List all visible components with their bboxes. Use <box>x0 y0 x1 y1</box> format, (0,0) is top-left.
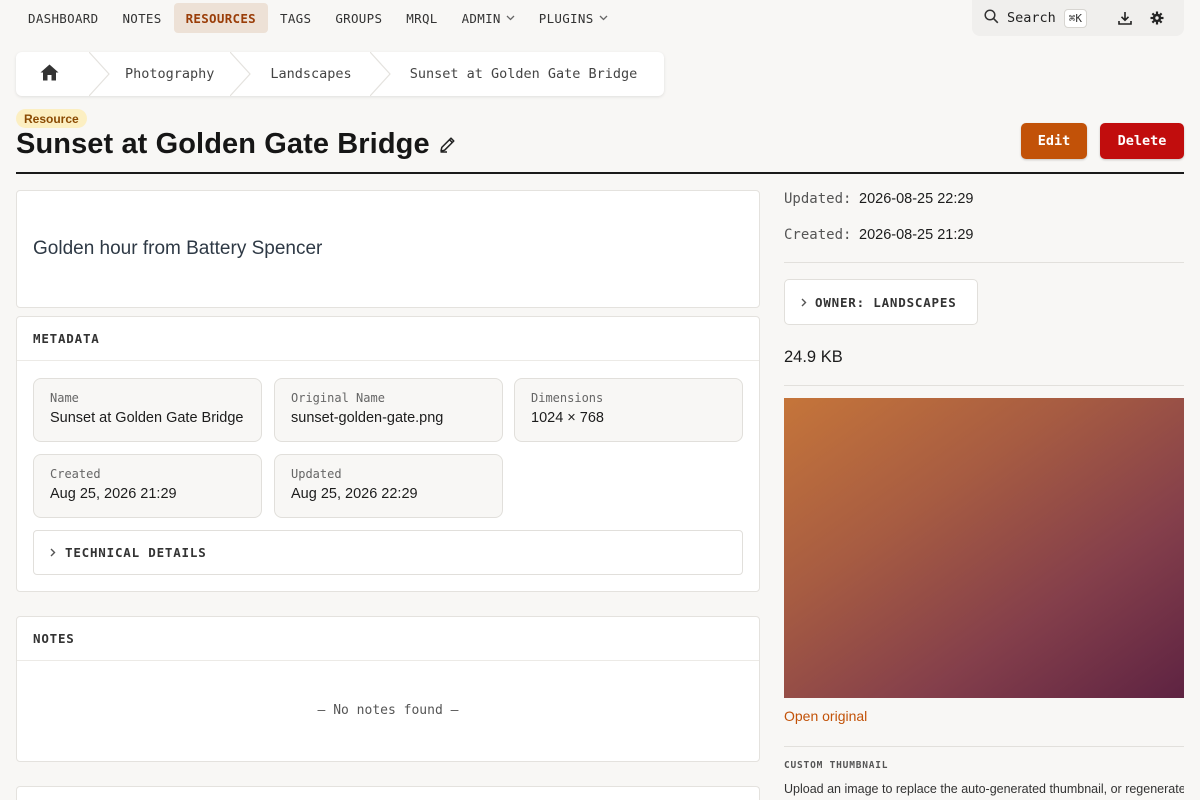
nav-label: RESOURCES <box>185 10 257 26</box>
pencil-icon[interactable] <box>438 135 457 154</box>
nav-label: PLUGINS <box>538 10 594 26</box>
nav-plugins[interactable]: PLUGINS <box>527 3 620 33</box>
custom-thumbnail-label: CUSTOM THUMBNAIL <box>784 760 889 771</box>
breadcrumb-label: Sunset at Golden Gate Bridge <box>409 66 638 82</box>
image-preview[interactable] <box>784 398 1184 698</box>
metadata-value: Aug 25, 2026 21:29 <box>50 486 177 502</box>
created-row: Created: 2026-08-25 21:29 <box>784 227 974 243</box>
home-icon <box>40 64 59 85</box>
breadcrumb-separator <box>369 52 392 96</box>
divider <box>784 262 1184 263</box>
metadata-card: METADATA Name Sunset at Golden Gate Brid… <box>16 316 760 592</box>
nav-label: MRQL <box>406 10 438 26</box>
metadata-label: Original Name <box>291 391 385 405</box>
metadata-field-name: Name Sunset at Golden Gate Bridge <box>33 378 262 442</box>
page-title: Sunset at Golden Gate Bridge <box>16 128 457 161</box>
breadcrumb-separator <box>230 52 252 96</box>
edit-button[interactable]: Edit <box>1021 123 1087 159</box>
nav-label: DASHBOARD <box>28 10 99 26</box>
page-title-text: Sunset at Golden Gate Bridge <box>16 128 430 160</box>
nav-label: TAGS <box>280 10 312 26</box>
updated-label: Updated: <box>784 191 852 207</box>
notes-heading: NOTES <box>17 617 759 661</box>
resource-type-badge: Resource <box>16 109 87 128</box>
nav-notes[interactable]: NOTES <box>110 3 173 33</box>
technical-details-toggle[interactable]: TECHNICAL DETAILS <box>33 530 743 575</box>
breadcrumb-label: Photography <box>125 66 215 82</box>
nav-label: ADMIN <box>461 10 501 26</box>
chevron-right-icon <box>801 295 815 310</box>
metadata-field-dimensions: Dimensions 1024 × 768 <box>514 378 743 442</box>
nav-label: GROUPS <box>335 10 383 26</box>
breadcrumb-item-photography[interactable]: Photography <box>111 52 230 96</box>
updated-value: 2026-08-25 22:29 <box>859 191 974 207</box>
description-text: Golden hour from Battery Spencer <box>33 238 323 259</box>
breadcrumb-item-current: Sunset at Golden Gate Bridge <box>392 52 654 96</box>
search-shortcut: ⌘K <box>1063 8 1088 28</box>
nav-mrql[interactable]: MRQL <box>394 3 449 33</box>
file-size: 24.9 KB <box>784 348 843 366</box>
metadata-label: Updated <box>291 467 342 481</box>
download-icon[interactable] <box>1111 4 1139 32</box>
nav-resources[interactable]: RESOURCES <box>173 3 269 33</box>
search-button[interactable]: Search ⌘K <box>980 3 1091 33</box>
chevron-down-icon <box>599 15 608 21</box>
top-navigation: DASHBOARD NOTES RESOURCES TAGS GROUPS MR… <box>16 0 1184 36</box>
created-value: 2026-08-25 21:29 <box>859 227 974 243</box>
notes-empty-state: — No notes found — <box>317 703 459 718</box>
owner-button[interactable]: OWNER: LANDSCAPES <box>784 279 978 325</box>
metadata-field-original-name: Original Name sunset-golden-gate.png <box>274 378 503 442</box>
nav-label: NOTES <box>122 10 162 26</box>
custom-thumbnail-description: Upload an image to replace the auto-gene… <box>784 782 1184 796</box>
description-card: Golden hour from Battery Spencer <box>16 190 760 308</box>
next-section-card <box>16 786 760 800</box>
breadcrumb: Photography Landscapes Sunset at Golden … <box>16 52 664 96</box>
metadata-value: sunset-golden-gate.png <box>291 410 444 426</box>
delete-button[interactable]: Delete <box>1100 123 1184 159</box>
breadcrumb-item-landscapes[interactable]: Landscapes <box>252 52 369 96</box>
metadata-heading: METADATA <box>17 317 759 361</box>
breadcrumb-home[interactable] <box>16 52 89 96</box>
metadata-field-updated: Updated Aug 25, 2026 22:29 <box>274 454 503 518</box>
metadata-field-created: Created Aug 25, 2026 21:29 <box>33 454 262 518</box>
chevron-right-icon <box>50 545 65 560</box>
notes-card: NOTES — No notes found — <box>16 616 760 762</box>
nav-groups[interactable]: GROUPS <box>323 3 394 33</box>
metadata-label: Dimensions <box>531 391 604 405</box>
nav-toolbar: Search ⌘K <box>972 0 1184 36</box>
nav-tags[interactable]: TAGS <box>268 3 323 33</box>
technical-details-label: TECHNICAL DETAILS <box>65 545 207 560</box>
metadata-value: Aug 25, 2026 22:29 <box>291 486 418 502</box>
metadata-value: Sunset at Golden Gate Bridge <box>50 410 244 426</box>
divider <box>784 746 1184 747</box>
title-divider <box>16 172 1184 174</box>
owner-label: OWNER: LANDSCAPES <box>815 294 957 310</box>
nav-admin[interactable]: ADMIN <box>450 3 527 33</box>
divider <box>784 385 1184 386</box>
gear-icon[interactable] <box>1143 4 1171 32</box>
metadata-label: Name <box>50 391 79 405</box>
open-original-link[interactable]: Open original <box>784 708 867 724</box>
search-icon <box>984 8 1007 28</box>
nav-dashboard[interactable]: DASHBOARD <box>16 3 110 33</box>
breadcrumb-label: Landscapes <box>270 66 352 82</box>
metadata-value: 1024 × 768 <box>531 410 604 426</box>
chevron-down-icon <box>506 15 515 21</box>
updated-row: Updated: 2026-08-25 22:29 <box>784 191 974 207</box>
metadata-label: Created <box>50 467 101 481</box>
breadcrumb-separator <box>89 52 111 96</box>
search-label: Search <box>1007 10 1056 26</box>
created-label: Created: <box>784 227 852 243</box>
